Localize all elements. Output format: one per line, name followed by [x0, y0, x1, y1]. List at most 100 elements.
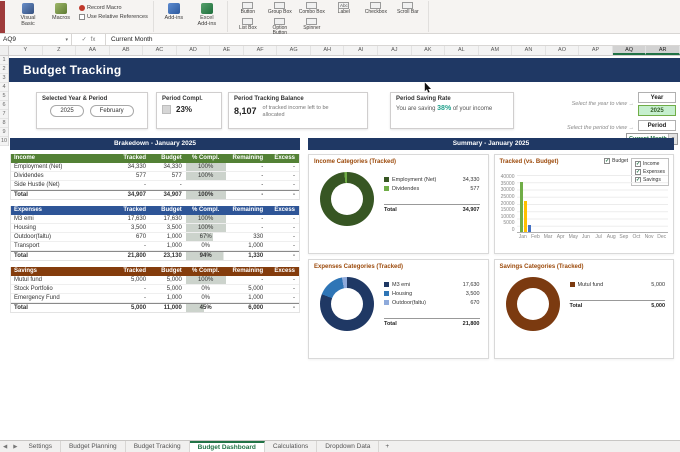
column-header[interactable]: AI — [344, 46, 379, 55]
expenses-legend: M3 emi 17,630 Housing 3,500 Outdoor(falt… — [384, 280, 483, 327]
saving-rate-suffix: of your income — [452, 106, 493, 112]
period-tracking-balance-panel: Period Tracking Balance 8,107 of tracked… — [228, 92, 368, 129]
column-header[interactable]: AQ — [612, 46, 647, 55]
completion-swatch — [162, 105, 171, 114]
column-header[interactable]: Y — [9, 46, 43, 55]
column-header[interactable]: AH — [311, 46, 345, 55]
form-control-button[interactable]: Group Box — [265, 2, 295, 16]
row-header[interactable]: 9 — [0, 128, 8, 137]
card-title: Income Categories (Tracked) — [314, 159, 397, 165]
add-sheet-button[interactable]: + — [379, 441, 395, 452]
sheet-tab[interactable]: Settings — [20, 441, 61, 452]
column-letter: AK — [424, 47, 432, 53]
x-axis-month-label: Apr — [556, 234, 565, 240]
expenses-categories-card: Expenses Categories (Tracked) M3 emi 17,… — [308, 259, 489, 359]
select-all-corner[interactable] — [0, 46, 9, 55]
window-accent-strip — [0, 1, 5, 33]
row-header[interactable]: 5 — [0, 92, 8, 101]
x-axis-month-label: May — [568, 234, 579, 240]
form-control-label: Group Box — [267, 9, 292, 15]
row-header[interactable]: 6 — [0, 101, 8, 110]
savings-categories-card: Savings Categories (Tracked) Mutul fund … — [493, 259, 674, 359]
form-control-button[interactable]: Button — [233, 2, 263, 16]
column-header[interactable]: AP — [579, 46, 613, 55]
macros-button[interactable]: Macros — [46, 2, 76, 22]
record-macro-button[interactable]: Record Macro — [79, 5, 148, 11]
y-axis-tick: 30000 — [500, 187, 515, 194]
year-value-box[interactable]: 2025 — [638, 105, 676, 116]
period-pill-button[interactable]: February — [89, 105, 134, 117]
table-row: Housing 3,500 3,500 100% - - — [11, 224, 299, 233]
form-control-button[interactable]: Abc Label — [329, 2, 359, 16]
legend-item: Mutul fund 5,000 — [569, 280, 665, 289]
column-letter: Y — [23, 47, 28, 53]
form-control-button[interactable]: Combo Box — [297, 2, 327, 16]
form-control-icon — [274, 17, 286, 25]
visual-basic-button[interactable]: Visual Basic — [13, 2, 43, 29]
column-letter: AD — [189, 47, 197, 53]
form-control-button[interactable]: Checkbox — [361, 2, 391, 16]
column-header[interactable]: AA — [76, 46, 110, 55]
saving-rate-value: 38% — [437, 105, 452, 112]
form-control-label: Label — [337, 9, 350, 15]
formula-input[interactable]: Current Month — [106, 34, 680, 45]
column-header[interactable]: AD — [177, 46, 211, 55]
fx-icon[interactable]: fx — [91, 37, 96, 43]
sheet-nav-right-icon[interactable]: ▶ — [10, 441, 20, 452]
column-letter: AL — [458, 47, 465, 53]
select-period-hint: Select the period to view → — [567, 125, 634, 131]
enter-check-icon[interactable]: ✓ — [82, 36, 87, 43]
row-header[interactable]: 3 — [0, 74, 8, 83]
add-ins-label: Add-ins — [164, 15, 184, 21]
column-header[interactable]: AG — [277, 46, 311, 55]
row-header[interactable]: 1 — [0, 56, 8, 65]
column-header[interactable]: AM — [479, 46, 513, 55]
row-header[interactable]: 4 — [0, 83, 8, 92]
table-row: Total 5,000 11,000 45% 6,000 - — [11, 303, 299, 312]
column-header[interactable]: AL — [445, 46, 479, 55]
row-header[interactable]: 2 — [0, 65, 8, 74]
name-box-dropdown-icon[interactable]: ▾ — [65, 37, 68, 43]
year-pill-button[interactable]: 2025 — [50, 105, 84, 117]
column-header[interactable]: AK — [412, 46, 446, 55]
bar-chart: 40000 35000 30000 25000 20000 15000 10000 5000 0 — [500, 175, 668, 233]
column-header[interactable]: AC — [143, 46, 177, 55]
column-header[interactable]: AB — [110, 46, 144, 55]
row-header[interactable]: 8 — [0, 119, 8, 128]
column-letter: AC — [155, 47, 164, 53]
sheet-tab-label: Budget Planning — [68, 443, 117, 450]
relative-references-icon — [79, 14, 85, 20]
budget-checkbox[interactable]: ✓ Budget — [604, 158, 628, 164]
sheet-tab[interactable]: Calculations — [265, 441, 318, 452]
checkbox-icon: ✓ — [604, 158, 611, 164]
sheet-nav-left-icon[interactable]: ◀ — [0, 441, 10, 452]
column-header[interactable]: AO — [546, 46, 580, 55]
use-relative-references-button[interactable]: Use Relative References — [79, 14, 148, 20]
sheet-tab[interactable]: Budget Planning — [61, 441, 126, 452]
column-header[interactable]: Z — [43, 46, 77, 55]
checkbox-icon: ✓ — [635, 161, 642, 167]
column-header[interactable]: AN — [512, 46, 546, 55]
column-header[interactable]: AE — [210, 46, 244, 55]
column-header[interactable]: AR — [646, 46, 680, 55]
add-ins-button[interactable]: Add-ins — [159, 2, 189, 22]
row-header[interactable]: 10 — [0, 137, 8, 146]
column-header[interactable]: AF — [244, 46, 278, 55]
sheet-tab[interactable]: Budget Tracking — [126, 441, 190, 452]
form-control-label: Combo Box — [298, 9, 325, 15]
excel-add-ins-button[interactable]: Excel Add-ins — [192, 2, 222, 29]
y-axis-tick: 0 — [511, 227, 515, 233]
table-row: Side Hustle (Net) - - - - — [11, 181, 299, 190]
legend-item: Outdoor(faltu) 670 — [384, 298, 480, 307]
column-letter: AR — [658, 47, 667, 53]
row-header[interactable]: 7 — [0, 110, 8, 119]
form-control-button[interactable]: Scroll Bar — [393, 2, 423, 16]
sheet-tab[interactable]: Dropdown Data — [317, 441, 380, 452]
column-letter: AM — [490, 47, 500, 53]
income-checkbox[interactable]: ✓ Income — [635, 161, 665, 167]
y-axis-tick: 25000 — [500, 193, 515, 200]
name-box[interactable]: AQ9 ▾ — [0, 34, 72, 45]
column-header[interactable]: AJ — [378, 46, 412, 55]
table-row: Emergency Fund - 1,000 0% 1,000 - — [11, 294, 299, 303]
sheet-tab[interactable]: Budget Dashboard — [189, 441, 265, 452]
